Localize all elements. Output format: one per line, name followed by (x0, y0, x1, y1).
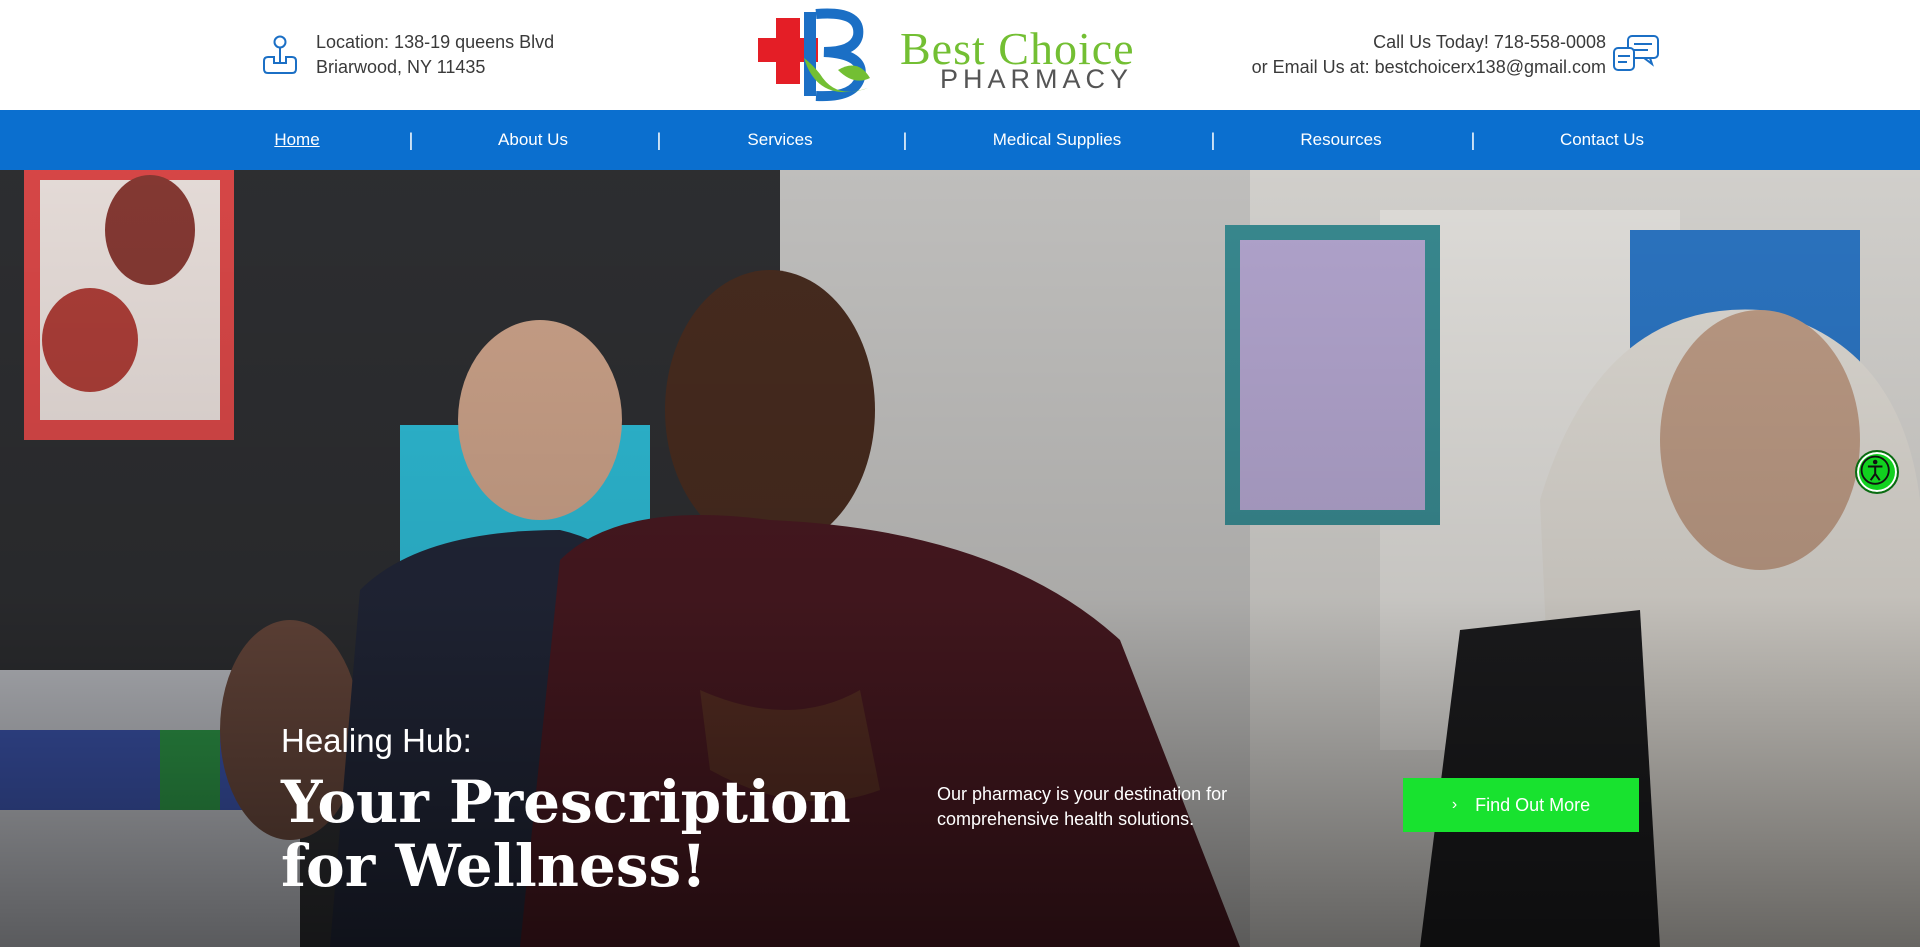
logo-subtitle: PHARMACY (940, 64, 1134, 94)
nav-item-resources[interactable]: Resources (1300, 110, 1381, 170)
nav-item-services[interactable]: Services (747, 110, 812, 170)
location-block: Location: 138-19 queens Blvd Briarwood, … (258, 30, 554, 80)
email-line[interactable]: or Email Us at: bestchoicerx138@gmail.co… (1252, 55, 1606, 80)
location-line-2: Briarwood, NY 11435 (316, 57, 486, 77)
site-logo[interactable]: Best Choice PHARMACY (758, 8, 1163, 102)
nav-separator: | (656, 130, 662, 150)
hero-headline: Your Prescription for Wellness! (281, 770, 921, 898)
hero-description-line-2: comprehensive health solutions. (937, 809, 1195, 829)
nav-separator: | (408, 130, 414, 150)
nav-item-contact-us[interactable]: Contact Us (1560, 110, 1644, 170)
main-nav: Home | About Us | Services | Medical Sup… (0, 110, 1920, 170)
hero-description-line-1: Our pharmacy is your destination for (937, 784, 1228, 804)
location-text: Location: 138-19 queens Blvd Briarwood, … (316, 30, 554, 80)
nav-item-home[interactable]: Home (274, 110, 319, 170)
hero-eyebrow: Healing Hub: (281, 722, 472, 759)
chevron-right-icon: › (1451, 796, 1458, 813)
find-out-more-button[interactable]: › Find Out More (1403, 778, 1639, 832)
location-pin-icon (263, 35, 297, 74)
contact-block: Call Us Today! 718-558-0008 or Email Us … (1252, 30, 1606, 80)
hero-description: Our pharmacy is your destination for com… (937, 782, 1267, 832)
nav-item-about-us[interactable]: About Us (498, 110, 568, 170)
site-header: Location: 138-19 queens Blvd Briarwood, … (0, 0, 1920, 110)
phone-line[interactable]: Call Us Today! 718-558-0008 (1252, 30, 1606, 55)
nav-separator: | (1210, 130, 1216, 150)
nav-separator: | (1470, 130, 1476, 150)
hero-section: Healing Hub: Your Prescription for Welln… (0, 170, 1920, 947)
accessibility-button[interactable] (1855, 450, 1899, 494)
accessibility-icon (1860, 455, 1890, 485)
contact-text: Call Us Today! 718-558-0008 or Email Us … (1252, 30, 1606, 80)
find-out-more-label: Find Out More (1475, 794, 1591, 815)
chat-bubbles-icon (1613, 35, 1659, 71)
logo-mark (758, 8, 870, 102)
hero-headline-line-1: Your Prescription (281, 768, 851, 836)
nav-separator: | (902, 130, 908, 150)
hero-headline-line-2: for Wellness! (281, 832, 707, 900)
nav-item-medical-supplies[interactable]: Medical Supplies (993, 110, 1122, 170)
location-line-1: Location: 138-19 queens Blvd (316, 32, 555, 52)
